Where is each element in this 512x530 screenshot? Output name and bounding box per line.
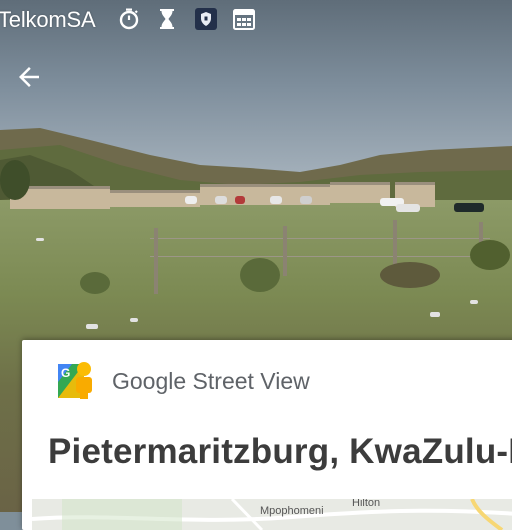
back-arrow-icon — [19, 67, 39, 87]
shrub — [380, 262, 440, 288]
shrub — [470, 240, 510, 270]
svg-text:G: G — [61, 366, 70, 380]
back-button[interactable] — [12, 60, 46, 94]
map-label-hilton: Hilton — [352, 499, 381, 509]
fence-post — [154, 228, 158, 294]
shield-app-icon — [195, 8, 217, 30]
status-bar: TelkomSA — [0, 0, 512, 38]
parked-car — [396, 204, 420, 212]
parked-car — [270, 196, 282, 204]
litter — [36, 238, 44, 241]
shrub — [0, 160, 30, 200]
fence-wire — [150, 238, 490, 239]
fence-wire — [150, 256, 490, 257]
map-preview[interactable]: Hilton Mpophomeni — [32, 499, 512, 530]
street-view-pegman-icon: G — [58, 362, 92, 399]
fence-post — [283, 226, 287, 276]
parked-car — [215, 196, 227, 204]
parked-car — [185, 196, 197, 204]
calendar-icon — [233, 9, 255, 30]
parked-car — [235, 196, 245, 204]
app-name: Google Street View — [112, 367, 310, 394]
place-title: Pietermaritzburg, KwaZulu-N — [48, 432, 512, 471]
litter — [430, 312, 440, 317]
litter — [470, 300, 478, 304]
litter — [130, 318, 138, 322]
place-info-card[interactable]: G Google Street View Pietermaritzburg, K… — [22, 340, 512, 530]
litter — [86, 324, 98, 329]
shrub — [240, 258, 280, 292]
shrub — [80, 272, 110, 294]
map-label-mpophomeni: Mpophomeni — [260, 505, 324, 517]
stopwatch-icon — [119, 8, 139, 30]
app-attribution[interactable]: G Google Street View — [54, 360, 310, 402]
hourglass-icon — [160, 9, 174, 29]
carrier-name: TelkomSA — [0, 7, 96, 32]
parked-car — [454, 203, 484, 212]
parked-car — [300, 196, 312, 204]
